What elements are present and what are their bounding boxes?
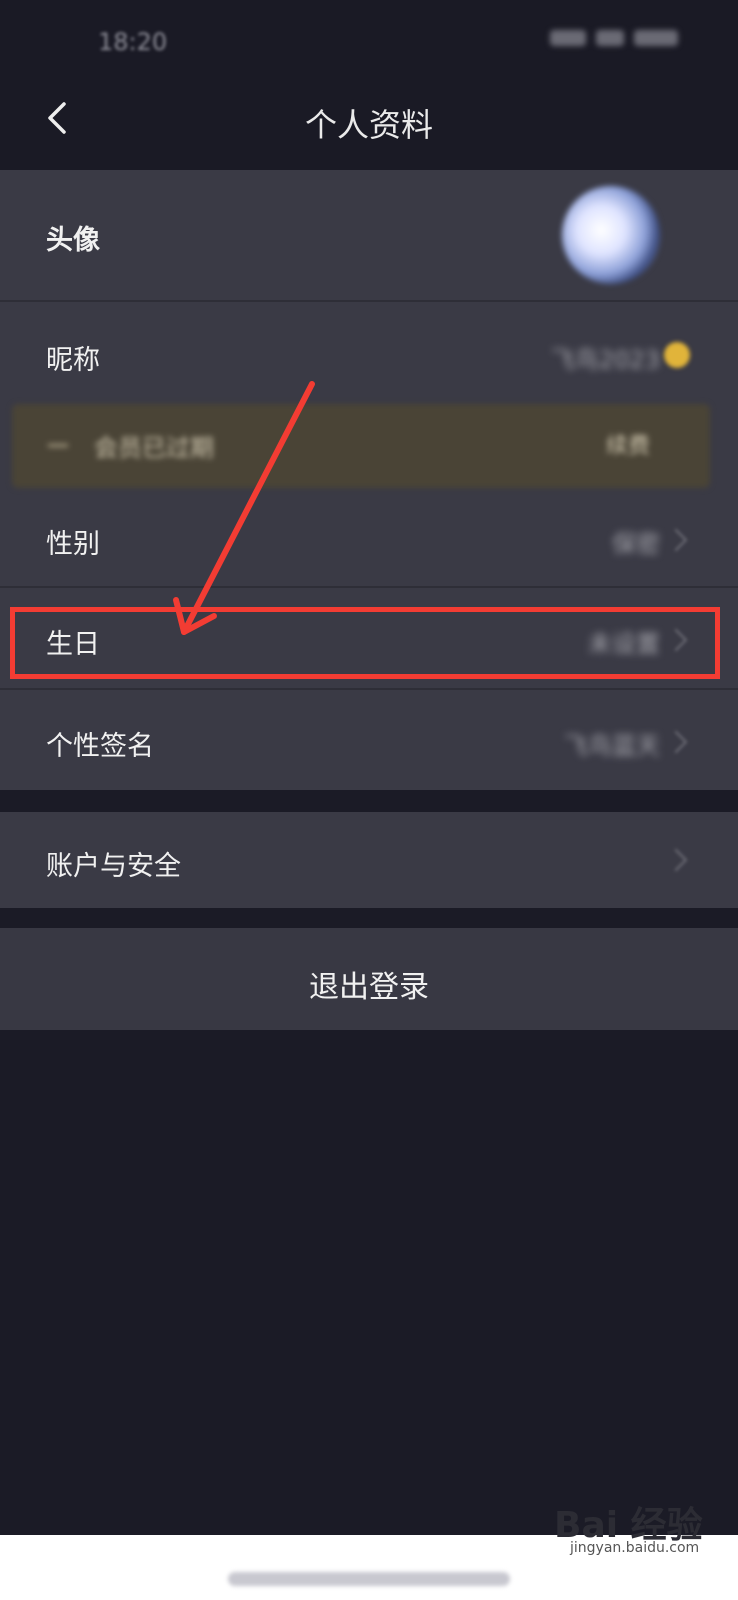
- vip-badge-icon: [664, 342, 690, 368]
- gender-label: 性别: [46, 529, 100, 560]
- signature-label: 个性签名: [46, 731, 154, 762]
- gender-value: 保密: [612, 530, 660, 558]
- signature-value: 飞鸟蓝天: [564, 732, 660, 760]
- chevron-right-icon: [664, 528, 688, 552]
- home-indicator[interactable]: [228, 1572, 510, 1586]
- chevron-right-icon: [664, 730, 688, 754]
- nickname-value: 飞鸟2023: [550, 346, 660, 374]
- highlight-box: [10, 607, 720, 679]
- logout-button[interactable]: 退出登录: [0, 928, 738, 1030]
- member-banner[interactable]: 会员已过期 续费: [12, 404, 710, 488]
- avatar-row[interactable]: 头像: [0, 170, 738, 300]
- nav-bar: 个人资料: [0, 70, 738, 170]
- gender-row[interactable]: 性别 保密: [0, 488, 738, 586]
- watermark-url: jingyan.baidu.com: [570, 1540, 700, 1556]
- profile-group: 头像 昵称 飞鸟2023 会员已过期 续费 性别 保密 生日 未设置 个性签名 …: [0, 170, 738, 790]
- chevron-right-icon: [664, 848, 688, 872]
- account-security-row[interactable]: 账户与安全: [0, 812, 738, 908]
- status-icons: [550, 30, 690, 54]
- account-security-label: 账户与安全: [46, 851, 181, 882]
- avatar-label: 头像: [46, 225, 100, 256]
- member-banner-text: 会员已过期: [94, 434, 214, 462]
- status-time: 18:20: [98, 28, 168, 56]
- signature-row[interactable]: 个性签名 飞鸟蓝天: [0, 690, 738, 790]
- member-icon: [48, 444, 68, 447]
- logout-label: 退出登录: [309, 970, 429, 1005]
- member-banner-action[interactable]: 续费: [606, 428, 650, 460]
- page-title: 个人资料: [304, 106, 433, 144]
- avatar[interactable]: [562, 186, 660, 284]
- nickname-row[interactable]: 昵称 飞鸟2023: [0, 302, 738, 402]
- nickname-label: 昵称: [46, 345, 100, 376]
